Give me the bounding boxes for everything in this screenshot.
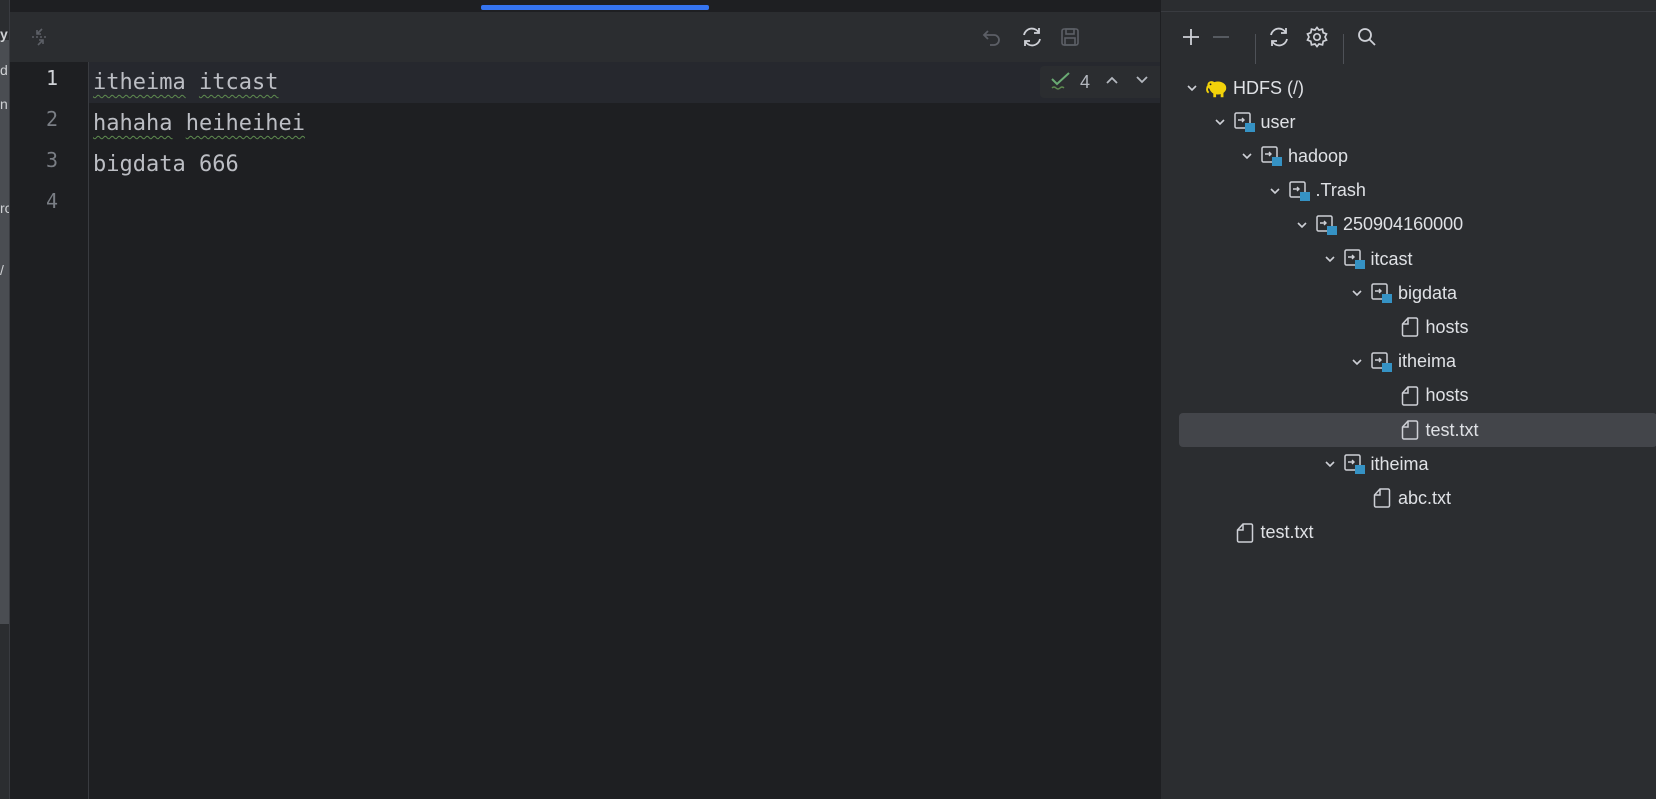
tree-node-label: hosts (1425, 316, 1469, 337)
folder-icon (1343, 247, 1367, 271)
refresh-icon[interactable] (1265, 23, 1293, 51)
toolbar-separator (1343, 34, 1344, 64)
tree-node-label: itcast (1370, 248, 1413, 269)
inspection-widget[interactable]: 4 (1040, 66, 1166, 98)
hadoop-elephant-icon (1205, 76, 1229, 100)
tree-node-label: test.txt (1425, 419, 1479, 440)
tree-node-folder[interactable]: hadoop (1161, 139, 1656, 173)
hdfs-toolbar (1161, 12, 1656, 64)
left-fragment-2: d (0, 62, 8, 78)
editor-area: 1 2 3 4 itheima itcast hahaha heiheihei … (10, 0, 1166, 799)
tree-node-label: itheima (1398, 351, 1457, 372)
chevron-spacer (1348, 489, 1366, 507)
code-line-1[interactable]: itheima itcast (93, 62, 278, 103)
hdfs-panel: HDFS (/) user hadoop .Trash 250904160000 itca… (1160, 0, 1656, 799)
tree-node-label: abc.txt (1398, 487, 1452, 508)
code-line-2[interactable]: hahaha heiheihei (93, 103, 305, 144)
collapse-icon[interactable] (26, 23, 54, 51)
code-token: itcast (198, 70, 279, 95)
search-icon[interactable] (1353, 23, 1381, 51)
chevron-spacer (1376, 318, 1394, 336)
add-icon[interactable] (1177, 23, 1205, 51)
previous-problem-icon[interactable] (1104, 72, 1120, 93)
tree-node-folder[interactable]: itheima (1161, 447, 1656, 481)
chevron-down-icon[interactable] (1211, 113, 1229, 131)
folder-icon (1370, 281, 1394, 305)
tree-node-label: user (1260, 111, 1296, 132)
tree-node-label: hadoop (1288, 145, 1349, 166)
tree-node-folder[interactable]: .Trash (1161, 174, 1656, 208)
chevron-spacer (1376, 387, 1394, 405)
line-number: 2 (45, 107, 58, 131)
folder-icon (1233, 110, 1257, 134)
toolbar-separator (1255, 34, 1256, 64)
code-token: heiheihei (185, 111, 305, 136)
tree-node-folder[interactable]: user (1161, 105, 1656, 139)
code-token: itheima (93, 70, 186, 95)
chevron-down-icon[interactable] (1348, 284, 1366, 302)
tree-node-label: .Trash (1315, 180, 1366, 201)
chevron-spacer (1376, 421, 1394, 439)
settings-icon[interactable] (1303, 23, 1331, 51)
tree-node-file[interactable]: abc.txt (1161, 481, 1656, 515)
tree-node-file[interactable]: test.txt (1179, 413, 1656, 447)
chevron-down-icon[interactable] (1293, 216, 1311, 234)
tree-node-file[interactable]: hosts (1161, 379, 1656, 413)
folder-icon (1370, 350, 1394, 374)
left-fragment-5: / (0, 262, 4, 278)
inspection-count: 4 (1080, 71, 1091, 92)
file-icon (1398, 418, 1422, 442)
tree-node-label: itheima (1370, 453, 1429, 474)
folder-icon (1315, 213, 1339, 237)
tree-node-file[interactable]: test.txt (1161, 516, 1656, 550)
tree-node-label: test.txt (1260, 522, 1314, 543)
tree-node-root[interactable]: HDFS (/) (1161, 71, 1656, 105)
line-number-gutter: 1 2 3 4 (10, 62, 89, 799)
left-panel-edge: y d n rc / (0, 0, 10, 799)
left-fragment-3: n (0, 96, 8, 112)
tree-node-label: bigdata (1398, 282, 1458, 303)
chevron-down-icon[interactable] (1238, 147, 1256, 165)
tree-node-label: 250904160000 (1343, 214, 1464, 235)
editor-toolbar (10, 12, 1160, 62)
tree-node-label: HDFS (/) (1233, 77, 1304, 98)
reload-icon[interactable] (1018, 23, 1046, 51)
tree-node-folder[interactable]: itheima (1161, 345, 1656, 379)
tree-node-folder[interactable]: itcast (1161, 242, 1656, 276)
file-icon (1398, 384, 1422, 408)
remove-icon[interactable] (1207, 23, 1235, 51)
file-icon (1398, 315, 1422, 339)
folder-icon (1260, 144, 1284, 168)
undo-icon[interactable] (978, 23, 1006, 51)
line-number: 3 (45, 148, 58, 172)
save-icon[interactable] (1056, 23, 1084, 51)
folder-icon (1288, 179, 1312, 203)
chevron-down-icon[interactable] (1348, 353, 1366, 371)
tree-node-folder[interactable]: 250904160000 (1161, 208, 1656, 242)
chevron-down-icon[interactable] (1183, 79, 1201, 97)
check-icon (1050, 70, 1072, 95)
code-line-3[interactable]: bigdata 666 (93, 144, 239, 185)
left-fragment-1: y (0, 26, 8, 42)
next-problem-icon[interactable] (1134, 72, 1150, 93)
folder-icon (1343, 452, 1367, 476)
code-token: hahaha (93, 111, 173, 136)
tree-node-label: hosts (1425, 385, 1469, 406)
file-icon (1233, 521, 1257, 545)
line-number: 4 (45, 189, 58, 213)
line-number: 1 (45, 66, 58, 90)
chevron-down-icon[interactable] (1266, 182, 1284, 200)
chevron-spacer (1211, 524, 1229, 542)
tree-node-folder[interactable]: bigdata (1161, 276, 1656, 310)
tree-node-file[interactable]: hosts (1161, 310, 1656, 344)
code-token: bigdata 666 (93, 152, 239, 177)
chevron-down-icon[interactable] (1321, 455, 1339, 473)
left-fragment-4: rc (0, 200, 9, 216)
left-panel-scrollbar[interactable] (0, 40, 9, 624)
active-tab-indicator (481, 5, 709, 10)
chevron-down-icon[interactable] (1321, 250, 1339, 268)
file-icon (1370, 486, 1394, 510)
